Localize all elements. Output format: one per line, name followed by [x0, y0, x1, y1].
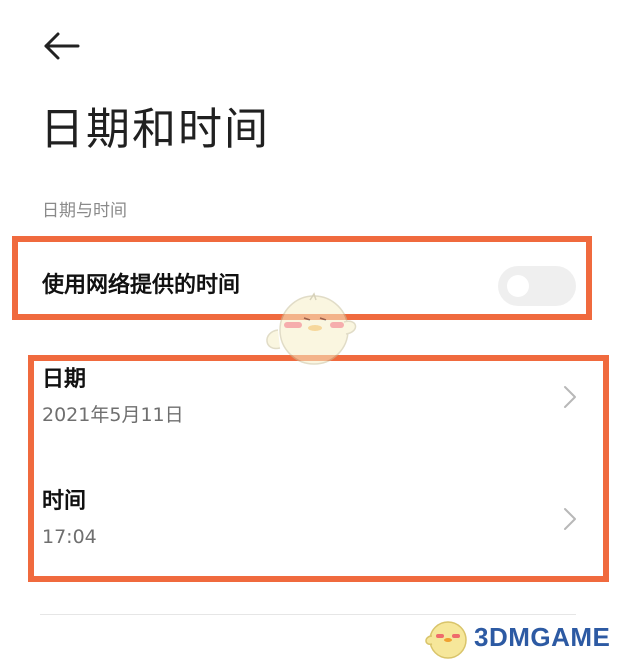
page-title: 日期和时间	[40, 104, 270, 155]
network-time-row[interactable]: 使用网络提供的时间	[16, 238, 593, 322]
date-value: 2021年5月11日	[42, 404, 184, 426]
chevron-right-icon	[564, 508, 576, 530]
time-row[interactable]: 时间 17:04	[30, 480, 608, 585]
mascot-logo-icon	[425, 621, 467, 659]
watermark: 3DMGAME	[422, 614, 618, 660]
back-button[interactable]	[40, 28, 84, 64]
arrow-left-icon	[44, 32, 80, 60]
chevron-right-icon	[564, 386, 576, 408]
time-label: 时间	[42, 489, 87, 514]
network-time-toggle[interactable]	[498, 266, 576, 306]
date-row[interactable]: 日期 2021年5月11日	[30, 358, 608, 463]
toggle-knob	[507, 275, 529, 297]
section-title: 日期与时间	[42, 201, 127, 221]
date-label: 日期	[42, 367, 87, 392]
network-time-label: 使用网络提供的时间	[42, 273, 241, 298]
watermark-text: 3DMGAME	[474, 622, 611, 652]
time-value: 17:04	[42, 526, 97, 548]
divider	[40, 614, 576, 615]
